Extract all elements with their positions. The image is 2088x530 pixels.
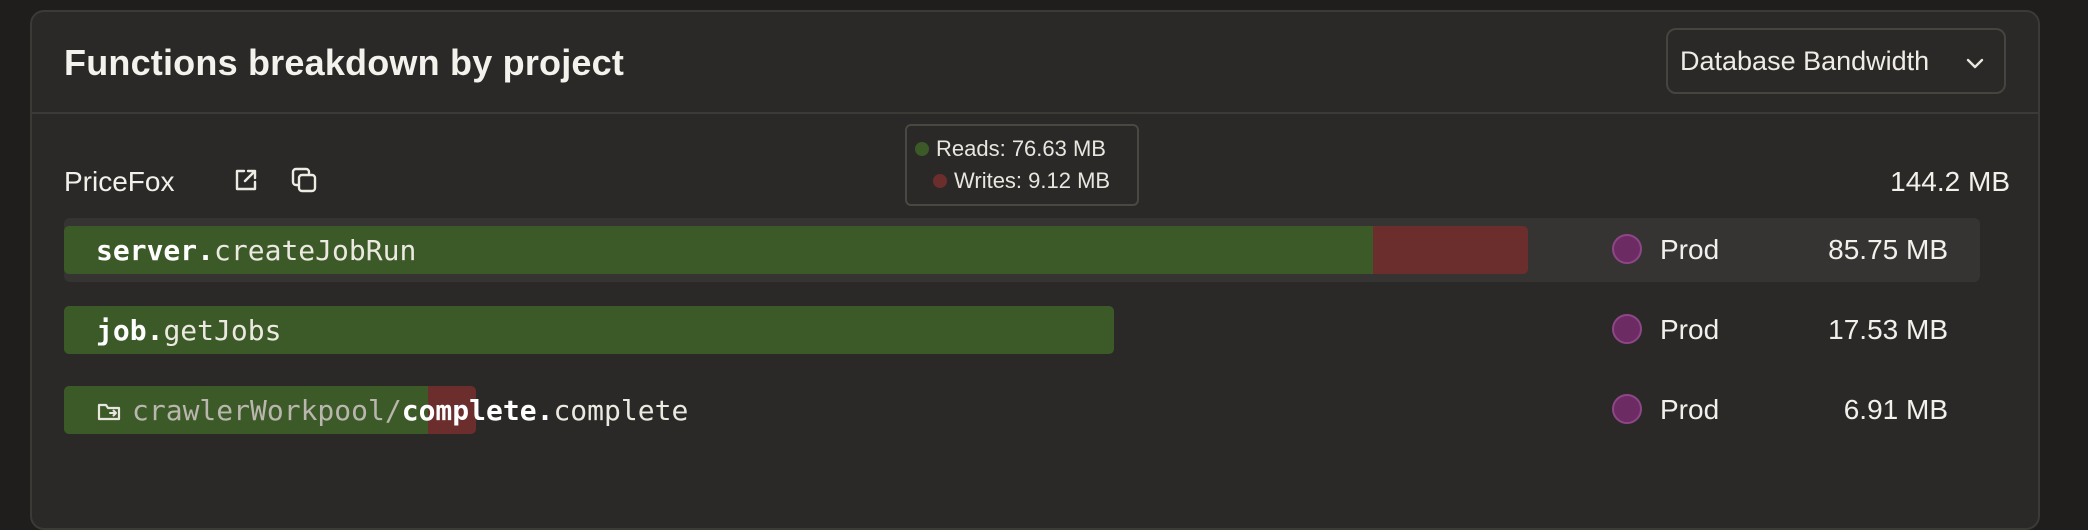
- function-name: createJobRun: [214, 234, 417, 267]
- external-link-icon[interactable]: [228, 162, 264, 198]
- function-value: 85.75 MB: [1828, 234, 1948, 265]
- function-module: complete.: [401, 394, 554, 427]
- tooltip-reads-line: Reads: 76.63 MB: [915, 136, 1106, 162]
- chevron-down-icon: [1964, 50, 1986, 72]
- env-label: Prod: [1660, 314, 1720, 345]
- function-value: 6.91 MB: [1843, 394, 1948, 425]
- panel-title: Functions breakdown by project: [64, 42, 625, 83]
- function-module: server.: [96, 234, 215, 267]
- env-dot-icon: [1612, 394, 1642, 424]
- project-total: 144.2 MB: [1890, 166, 2010, 197]
- function-name: getJobs: [163, 314, 282, 347]
- env-dot-icon: [1612, 314, 1642, 344]
- project-name: PriceFox: [64, 166, 175, 197]
- env-dot-icon: [1612, 234, 1642, 264]
- function-row[interactable]: server. createJobRun Prod 85.75 MB: [64, 218, 1980, 282]
- env-label: Prod: [1660, 234, 1720, 265]
- function-value: 17.53 MB: [1828, 314, 1948, 345]
- function-name: complete: [553, 394, 689, 427]
- metric-select-value: Database Bandwidth: [1680, 45, 1930, 76]
- panel-header: Functions breakdown by project Database …: [32, 12, 2038, 114]
- writes-dot-icon: [933, 174, 947, 188]
- reads-dot-icon: [915, 142, 929, 156]
- function-module: job.: [96, 314, 164, 347]
- function-label: server. createJobRun: [96, 234, 416, 267]
- folder-icon: [96, 398, 122, 424]
- copy-icon[interactable]: [286, 162, 322, 198]
- function-label: crawlerWorkpool/complete. complete: [96, 394, 688, 427]
- writes-segment: [1373, 226, 1528, 274]
- bandwidth-tooltip: Reads: 76.63 MB Writes: 9.12 MB: [905, 124, 1139, 206]
- tooltip-writes-line: Writes: 9.12 MB: [933, 168, 1110, 194]
- function-row[interactable]: crawlerWorkpool/complete. complete Prod 6…: [64, 378, 1980, 442]
- tooltip-reads: Reads: 76.63 MB: [936, 136, 1106, 161]
- functions-breakdown-panel: Functions breakdown by project Database …: [30, 10, 2040, 530]
- function-row[interactable]: job. getJobs Prod 17.53 MB: [64, 298, 1980, 362]
- env-label: Prod: [1660, 394, 1720, 425]
- metric-select[interactable]: Database Bandwidth: [1666, 28, 2006, 94]
- tooltip-writes: Writes: 9.12 MB: [954, 168, 1111, 193]
- function-path: crawlerWorkpool/: [132, 394, 402, 427]
- function-label: job. getJobs: [96, 314, 281, 347]
